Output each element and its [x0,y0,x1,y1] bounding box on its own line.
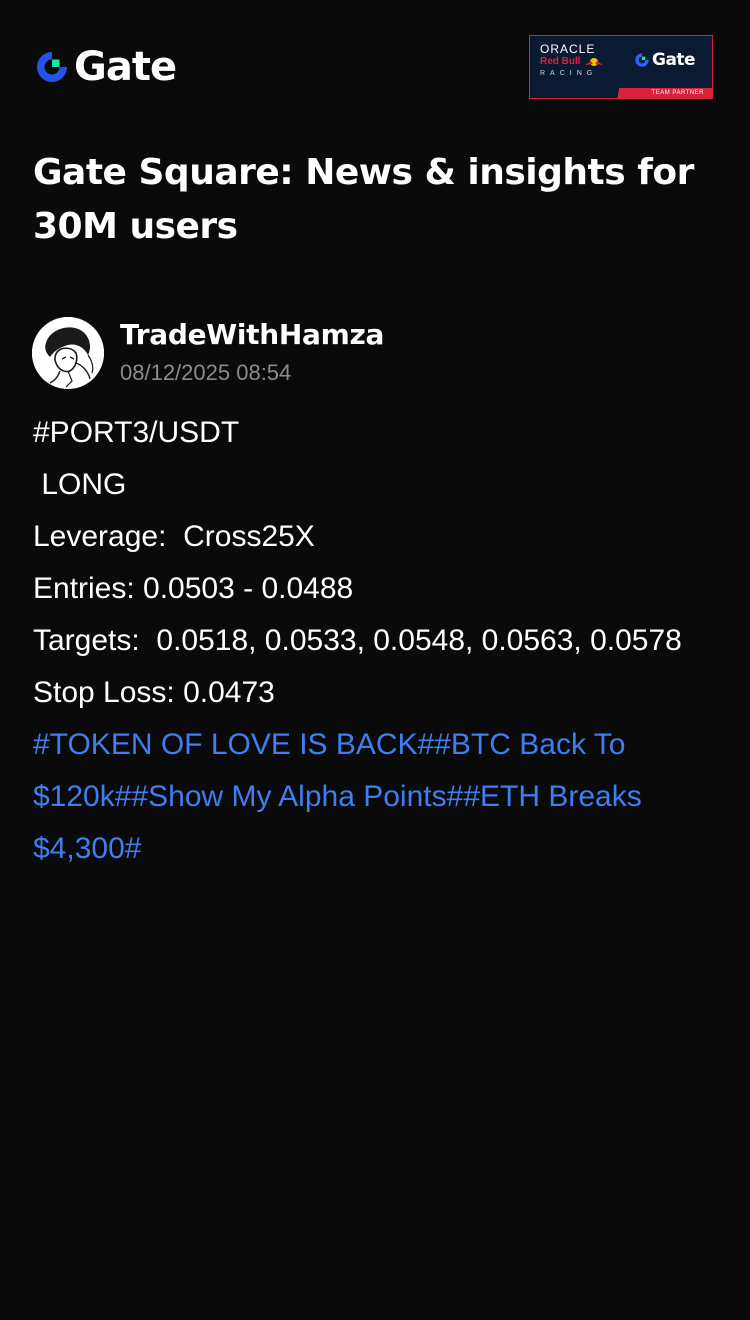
hashtag-link[interactable]: #Show My Alpha Points# [131,780,463,813]
post-timestamp: 08/12/2025 08:54 [120,360,292,385]
avatar[interactable] [32,317,104,389]
oracle-red-bull-racing-logo: ORACLE Red Bull RACING [540,42,618,80]
user-avatar [32,317,104,389]
post-body: #PORT3/USDT LONG Leverage: Cross25X Entr… [33,407,723,875]
oracle-text: ORACLE [540,42,596,56]
page-title: Gate Square: News & insights for 30M use… [33,152,694,247]
partner-gate-logo: Gate [634,50,696,70]
post-line: Leverage: Cross25X [33,520,315,553]
post-line: LONG [33,468,127,501]
post-line: #PORT3/USDT [33,416,240,449]
team-partner-text: TEAM PARTNER [651,90,704,96]
site-header: Gate ORACLE Red Bull RACING Gate TEAM PA… [0,0,750,130]
post-line: Entries: 0.0503 - 0.0488 [33,572,354,605]
red-bull-row: Red Bull [540,56,618,68]
author-name[interactable]: TradeWithHamza [120,317,384,353]
author-block[interactable]: TradeWithHamza 08/12/2025 08:54 [32,317,384,389]
gate-logo[interactable]: Gate [34,44,177,90]
partner-gate-text: Gate [652,50,696,70]
gate-logo-icon [635,53,649,67]
red-bull-text: Red Bull [540,56,581,67]
gate-logo-icon [37,52,67,82]
racing-text: RACING [540,70,598,77]
partner-banner: ORACLE Red Bull RACING Gate TEAM PARTNER [529,35,713,99]
logo-text: Gate [74,44,177,90]
red-bull-icon [584,58,603,66]
hashtag-link[interactable]: #TOKEN OF LOVE IS BACK# [33,728,434,761]
post-line: Stop Loss: 0.0473 [33,676,275,709]
hashtag-list: #TOKEN OF LOVE IS BACK##BTC Back To $120… [33,719,723,875]
post-line: Targets: 0.0518, 0.0533, 0.0548, 0.0563,… [33,624,682,657]
author-meta: TradeWithHamza 08/12/2025 08:54 [120,317,384,389]
